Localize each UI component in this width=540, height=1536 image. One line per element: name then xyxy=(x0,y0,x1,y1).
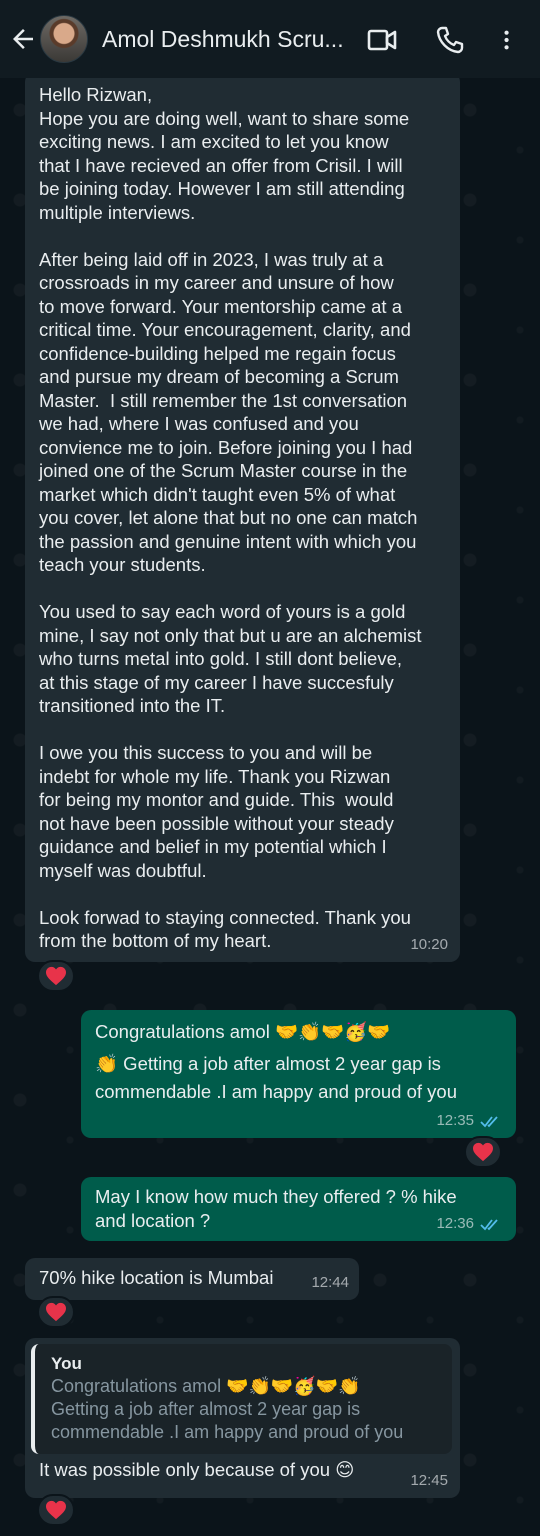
reaction-badge[interactable] xyxy=(37,1494,75,1526)
quote-author: You xyxy=(51,1354,82,1373)
message-text-line: Congratulations amol 🤝👏🤝🥳🤝 xyxy=(95,1021,391,1042)
heart-icon xyxy=(46,966,66,986)
message-time: 12:35 xyxy=(436,1111,474,1129)
quoted-message[interactable]: You Congratulations amol 🤝👏🤝🥳🤝👏 Getting … xyxy=(31,1344,452,1454)
read-receipt-icon xyxy=(480,1219,498,1231)
reaction-badge[interactable] xyxy=(464,1136,502,1168)
heart-icon xyxy=(46,1302,66,1322)
message-time: 12:44 xyxy=(311,1273,349,1291)
message-text-line: commendable .I am happy and proud of you xyxy=(95,1081,458,1102)
contact-avatar[interactable] xyxy=(40,15,88,63)
outgoing-message[interactable]: May I know how much they offered ? % hik… xyxy=(81,1177,516,1241)
outgoing-message[interactable]: Congratulations amol 🤝👏🤝🥳🤝 👏 Getting a j… xyxy=(81,1010,516,1138)
message-text-line: 👏 Getting a job after almost 2 year gap … xyxy=(95,1053,441,1074)
more-options-icon[interactable] xyxy=(496,24,522,56)
read-receipt-icon xyxy=(480,1116,498,1128)
back-arrow-icon[interactable] xyxy=(8,24,38,54)
message-text: 70% hike location is Mumbai xyxy=(39,1267,274,1288)
heart-icon xyxy=(46,1500,66,1520)
heart-icon xyxy=(473,1142,493,1162)
chat-header: Amol Deshmukh Scru... xyxy=(0,0,540,78)
quote-text: Congratulations amol 🤝👏🤝🥳🤝👏 Getting a jo… xyxy=(51,1376,404,1442)
incoming-reply-message[interactable]: You Congratulations amol 🤝👏🤝🥳🤝👏 Getting … xyxy=(25,1338,460,1498)
message-text: It was possible only because of you 😊 xyxy=(39,1459,355,1480)
incoming-message[interactable]: 70% hike location is Mumbai 12:44 xyxy=(25,1258,359,1300)
reaction-badge[interactable] xyxy=(37,1296,75,1328)
incoming-message[interactable]: Hello Rizwan, Hope you are doing well, w… xyxy=(25,72,460,962)
contact-name[interactable]: Amol Deshmukh Scru... xyxy=(102,26,350,53)
message-time: 12:45 xyxy=(410,1471,448,1489)
reaction-badge[interactable] xyxy=(37,960,75,992)
message-time: 12:36 xyxy=(436,1214,474,1232)
message-text: Hello Rizwan, Hope you are doing well, w… xyxy=(39,84,422,951)
voice-call-icon[interactable] xyxy=(434,24,466,56)
video-call-icon[interactable] xyxy=(366,24,398,56)
message-time: 10:20 xyxy=(410,935,448,953)
